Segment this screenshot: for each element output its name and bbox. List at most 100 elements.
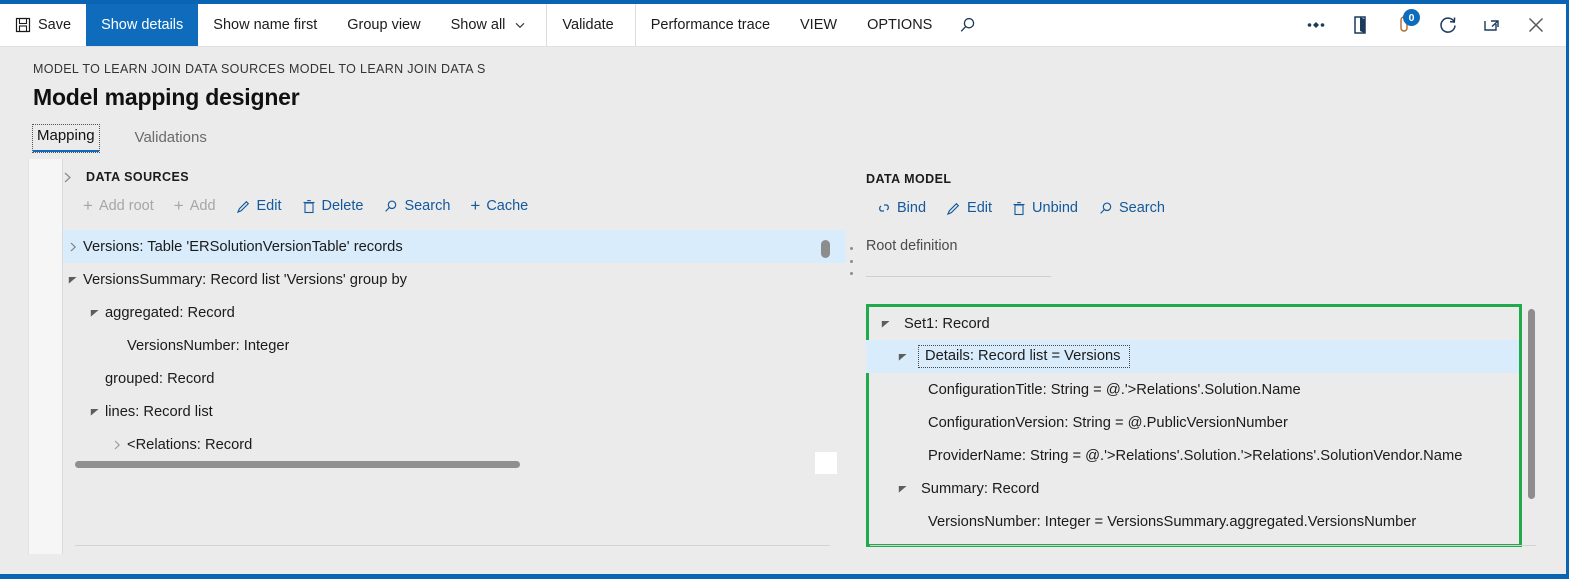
content-area: DATA SOURCES + Add root + Add Edit Delet… [0,159,1566,554]
notification-badge-count: 0 [1403,9,1420,26]
triangle-down-icon[interactable] [893,485,913,493]
tree-row[interactable]: <Relations: Record [63,428,846,461]
data-model-header: DATA MODEL [866,159,1566,186]
add-button[interactable]: + Add [166,195,224,217]
show-name-first-button[interactable]: Show name first [198,4,332,46]
add-root-label: Add root [98,198,154,214]
book-open-icon[interactable] [1340,4,1380,46]
chevron-right-icon[interactable] [63,172,72,183]
pencil-icon [946,201,961,216]
tree-row[interactable]: aggregated: Record [63,296,846,329]
model-tree-row[interactable]: VersionsNumber: Integer = VersionsSummar… [866,505,1519,538]
options-menu[interactable]: OPTIONS [852,4,947,46]
diamond-settings-icon[interactable] [1296,4,1336,46]
unbind-label: Unbind [1032,200,1078,216]
panel-splitter-handle[interactable] [848,247,855,275]
edit-model-label: Edit [967,200,993,216]
close-icon[interactable] [1516,4,1556,46]
model-tree-row-label: ProviderName: String = @.'>Relations'.So… [928,447,1463,464]
model-tree-row[interactable]: Details: Record list = Versions [866,340,1519,373]
add-label: Add [189,198,216,214]
show-details-label: Show details [101,17,184,33]
command-bar-spacer [987,4,1296,46]
data-model-title: DATA MODEL [866,172,952,186]
notifications-icon[interactable]: 0 [1384,4,1424,46]
show-details-button[interactable]: Show details [86,4,199,46]
model-tree-row[interactable]: ConfigurationVersion: String = @.PublicV… [866,406,1519,439]
triangle-down-icon[interactable] [85,408,105,416]
performance-trace-label: Performance trace [650,17,771,33]
chevron-down-icon [515,22,525,29]
magnifier-icon [383,199,398,214]
triangle-down-icon[interactable] [876,320,896,328]
validate-label: Validate [562,17,614,33]
bind-button[interactable]: Bind [866,197,934,219]
tab-strip: Mapping Validations [0,111,1566,153]
show-all-label: Show all [450,17,506,33]
data-sources-title: DATA SOURCES [86,170,190,184]
options-label: OPTIONS [867,17,933,33]
toolbar-search-button[interactable] [947,4,987,46]
tab-validations[interactable]: Validations [131,127,211,152]
scrollbar-thumb[interactable] [1527,309,1535,499]
chevron-right-icon[interactable] [63,242,83,252]
tree-row[interactable]: Versions: Table 'ERSolutionVersionTable'… [63,230,846,263]
tree-row[interactable]: VersionsNumber: Integer [63,329,846,362]
performance-trace-button[interactable]: Performance trace [634,4,785,46]
show-all-dropdown[interactable]: Show all [436,4,541,46]
popout-icon[interactable] [1472,4,1512,46]
save-button[interactable]: Save [0,4,86,46]
model-tree-row[interactable]: Summary: Record [866,472,1519,505]
search-data-source-button[interactable]: Search [375,195,458,217]
grip-dot [850,272,853,275]
plus-icon: + [83,196,93,215]
unbind-button[interactable]: Unbind [1004,197,1086,219]
cache-button[interactable]: + Cache [462,195,536,217]
view-label: VIEW [800,17,838,33]
tree-row-label: aggregated: Record [105,304,235,321]
data-sources-horizontal-scrollbar[interactable] [75,458,828,470]
tab-mapping-label: Mapping [37,127,95,144]
command-bar-left: Save Show details Show name first Group … [0,4,987,46]
search-model-button[interactable]: Search [1090,197,1173,219]
group-view-button[interactable]: Group view [332,4,435,46]
view-menu[interactable]: VIEW [785,4,852,46]
grip-dot [850,247,853,250]
save-label: Save [38,17,72,33]
validate-button[interactable]: Validate [546,4,628,46]
delete-data-source-button[interactable]: Delete [294,195,372,217]
data-model-vertical-scrollbar[interactable] [1526,309,1536,504]
model-tree-row-label: Set1: Record [904,315,990,332]
tree-row[interactable]: grouped: Record [63,362,846,395]
trash-icon [302,199,316,214]
scrollbar-thumb[interactable] [75,461,520,468]
model-tree-row[interactable]: ConfigurationTitle: String = @.'>Relatio… [866,373,1519,406]
data-sources-vertical-scrollbar[interactable] [821,240,830,258]
magnifier-icon [1098,201,1113,216]
add-root-button[interactable]: + Add root [75,195,162,217]
refresh-icon[interactable] [1428,4,1468,46]
data-model-actions: Bind Edit Unbind Search [866,197,1566,219]
edit-model-button[interactable]: Edit [938,197,1000,219]
cache-label: Cache [486,198,529,214]
tree-row-label: VersionsNumber: Integer [127,337,290,354]
edit-data-source-button[interactable]: Edit [228,195,290,217]
save-disk-icon [15,17,31,33]
chevron-right-icon[interactable] [107,440,127,450]
tab-mapping[interactable]: Mapping [32,124,100,153]
right-bottom-divider [870,545,1536,546]
search-icon [958,16,977,35]
model-tree-row-label: Summary: Record [921,480,1040,497]
tree-row[interactable]: lines: Record list [63,395,846,428]
triangle-down-icon[interactable] [893,353,913,361]
plus-icon: + [470,196,481,215]
model-tree-row-label: Details: Record list = Versions [918,345,1130,368]
model-tree-row[interactable]: Set1: Record [866,307,1519,340]
left-rail [0,159,29,554]
triangle-down-icon[interactable] [63,276,83,284]
model-tree-row-label: ConfigurationVersion: String = @.PublicV… [928,414,1288,431]
triangle-down-icon[interactable] [85,309,105,317]
left-gutter [29,159,63,554]
model-tree-row[interactable]: ProviderName: String = @.'>Relations'.So… [866,439,1519,472]
tree-row[interactable]: VersionsSummary: Record list 'Versions' … [63,263,846,296]
